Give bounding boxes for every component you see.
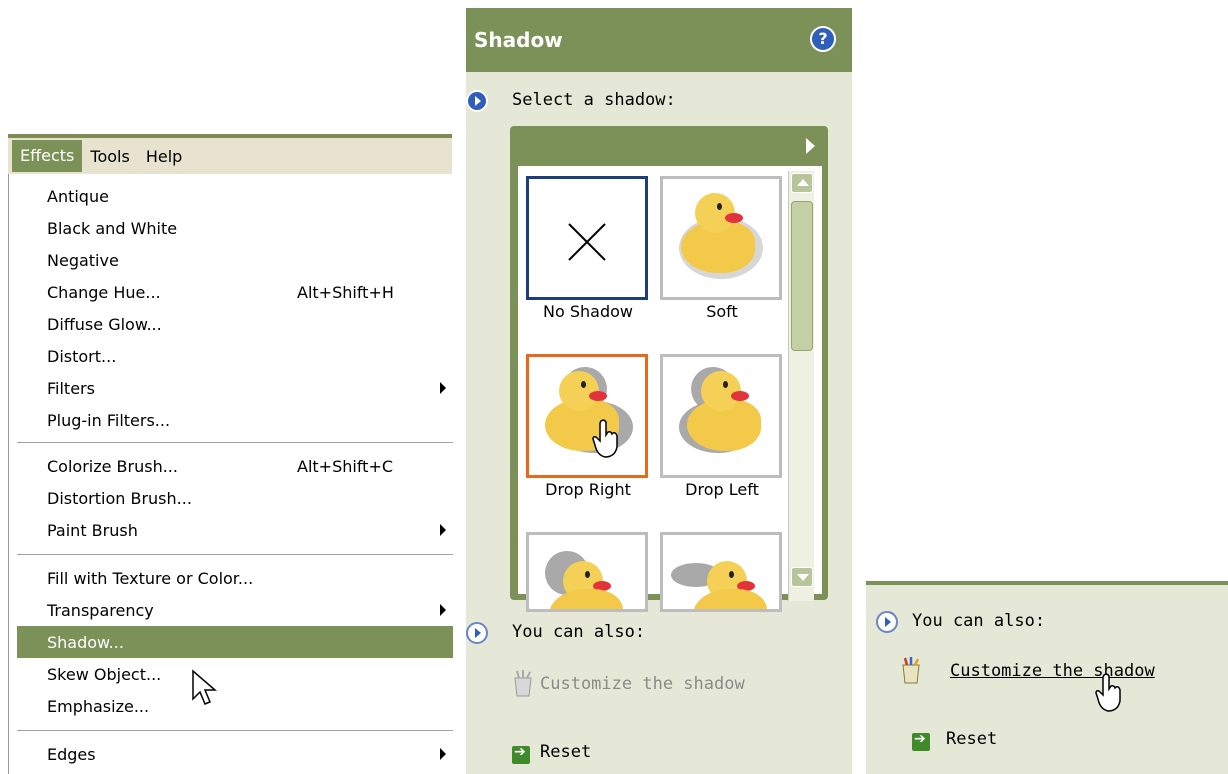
menu-item-black-and-white[interactable]: Black and White — [17, 212, 453, 244]
menubar-tools[interactable]: Tools — [82, 143, 137, 170]
thumb-partial[interactable] — [660, 532, 782, 612]
thumb-no-shadow[interactable] — [526, 176, 648, 300]
menu-item-skew-object[interactable]: Skew Object... — [17, 658, 453, 690]
you-can-also-label: You can also: — [912, 611, 1046, 631]
menu-item-label: Fill with Texture or Color... — [47, 568, 254, 588]
menu-item-edges[interactable]: Edges — [17, 738, 453, 770]
paint-cup-icon — [902, 657, 920, 684]
help-icon[interactable]: ? — [810, 26, 836, 52]
customize-shadow-link[interactable]: Customize the shadow — [540, 674, 745, 694]
menu-item-label: Antique — [47, 186, 109, 206]
effects-menu-panel: Effects Tools Help Antique Black and Whi… — [8, 134, 453, 774]
gallery-next-icon[interactable] — [806, 138, 815, 154]
shadow-task-pane: Shadow ? Select a shadow: No Shadow Soft… — [466, 8, 852, 774]
menubar-effects[interactable]: Effects — [12, 140, 83, 172]
menu-item-label: Distort... — [47, 346, 117, 366]
menu-item-label: Black and White — [47, 218, 178, 238]
menu-item-shortcut: Alt+Shift+H — [297, 282, 394, 302]
gallery-scrollbar[interactable] — [788, 171, 814, 601]
menu-item-label: Paint Brush — [47, 520, 138, 540]
menu-item-emphasize[interactable]: Emphasize... — [17, 690, 453, 722]
menu-item-filters[interactable]: Filters — [17, 372, 453, 404]
menu-separator — [17, 730, 453, 731]
no-shadow-x-icon — [568, 223, 606, 261]
menu-item-label: Change Hue... — [47, 282, 161, 302]
menu-item-distortion-brush[interactable]: Distortion Brush... — [17, 482, 453, 514]
pane-title: Shadow — [474, 28, 563, 52]
thumb-caption: Drop Left — [685, 480, 759, 499]
menu-item-fill-texture[interactable]: Fill with Texture or Color... — [17, 562, 453, 594]
reset-link[interactable]: Reset — [540, 742, 591, 762]
menu-item-plug-in-filters[interactable]: Plug-in Filters... — [17, 404, 453, 436]
menu-separator — [17, 554, 453, 555]
scroll-up-icon[interactable] — [791, 173, 813, 193]
menu-item-diffuse-glow[interactable]: Diffuse Glow... — [17, 308, 453, 340]
menu-item-label: Skew Object... — [47, 664, 162, 684]
menu-item-label: Edges — [47, 744, 96, 764]
hand-cursor-icon — [1095, 673, 1121, 712]
submenu-arrow-icon — [440, 604, 446, 616]
select-shadow-label: Select a shadow: — [512, 90, 676, 110]
gallery-grid: No Shadow Soft Drop Right Drop Left — [518, 166, 822, 612]
menu-item-label: Transparency — [47, 600, 154, 620]
thumb-caption: Soft — [706, 302, 738, 321]
menu-item-label: Plug-in Filters... — [47, 410, 171, 430]
you-can-also-panel: You can also: Customize the shadow Reset — [866, 581, 1228, 774]
submenu-arrow-icon — [440, 748, 446, 760]
section-bullet-icon — [466, 90, 488, 112]
pane-header: Shadow ? — [466, 8, 852, 72]
menubar-help[interactable]: Help — [138, 143, 190, 170]
menu-item-label: Filters — [47, 378, 95, 398]
scroll-down-icon[interactable] — [791, 567, 813, 587]
paint-cup-icon — [514, 670, 532, 697]
section-bullet-icon — [876, 611, 898, 633]
menu-item-change-hue[interactable]: Change Hue... Alt+Shift+H — [17, 276, 453, 308]
menu-item-label: Distortion Brush... — [47, 488, 192, 508]
menu-item-label: Negative — [47, 250, 119, 270]
menu-item-label: Colorize Brush... — [47, 456, 178, 476]
menu-item-colorize-brush[interactable]: Colorize Brush... Alt+Shift+C — [17, 450, 453, 482]
reset-link[interactable]: Reset — [946, 729, 997, 749]
submenu-arrow-icon — [440, 524, 446, 536]
thumb-caption: Drop Right — [545, 480, 631, 499]
menu-item-paint-brush[interactable]: Paint Brush — [17, 514, 453, 546]
thumb-partial[interactable] — [526, 532, 648, 612]
section-bullet-icon — [466, 622, 488, 644]
you-can-also-label: You can also: — [512, 622, 646, 642]
menu-item-shortcut: Alt+Shift+C — [297, 456, 394, 476]
menu-item-antique[interactable]: Antique — [17, 180, 453, 212]
menu-item-label: Emphasize... — [47, 696, 150, 716]
thumb-caption: No Shadow — [543, 302, 633, 321]
shadow-gallery: No Shadow Soft Drop Right Drop Left — [510, 126, 828, 612]
submenu-arrow-icon — [440, 382, 446, 394]
menu-item-label: Shadow... — [47, 632, 124, 652]
thumb-soft[interactable] — [660, 176, 782, 300]
menubar: Effects Tools Help — [8, 134, 452, 174]
scroll-thumb[interactable] — [791, 201, 813, 351]
menu-item-transparency[interactable]: Transparency — [17, 594, 453, 626]
hand-cursor-icon — [592, 419, 618, 458]
menu-item-shadow[interactable]: Shadow... — [17, 626, 453, 658]
arrow-cursor-icon — [192, 669, 218, 705]
menu-item-negative[interactable]: Negative — [17, 244, 453, 276]
thumb-drop-right[interactable] — [526, 354, 648, 478]
thumb-drop-left[interactable] — [660, 354, 782, 478]
reset-icon — [912, 731, 930, 751]
menu-separator — [17, 442, 453, 443]
effects-dropdown: Antique Black and White Negative Change … — [8, 174, 453, 774]
reset-icon — [512, 744, 530, 764]
menu-item-distort[interactable]: Distort... — [17, 340, 453, 372]
menu-item-label: Diffuse Glow... — [47, 314, 162, 334]
